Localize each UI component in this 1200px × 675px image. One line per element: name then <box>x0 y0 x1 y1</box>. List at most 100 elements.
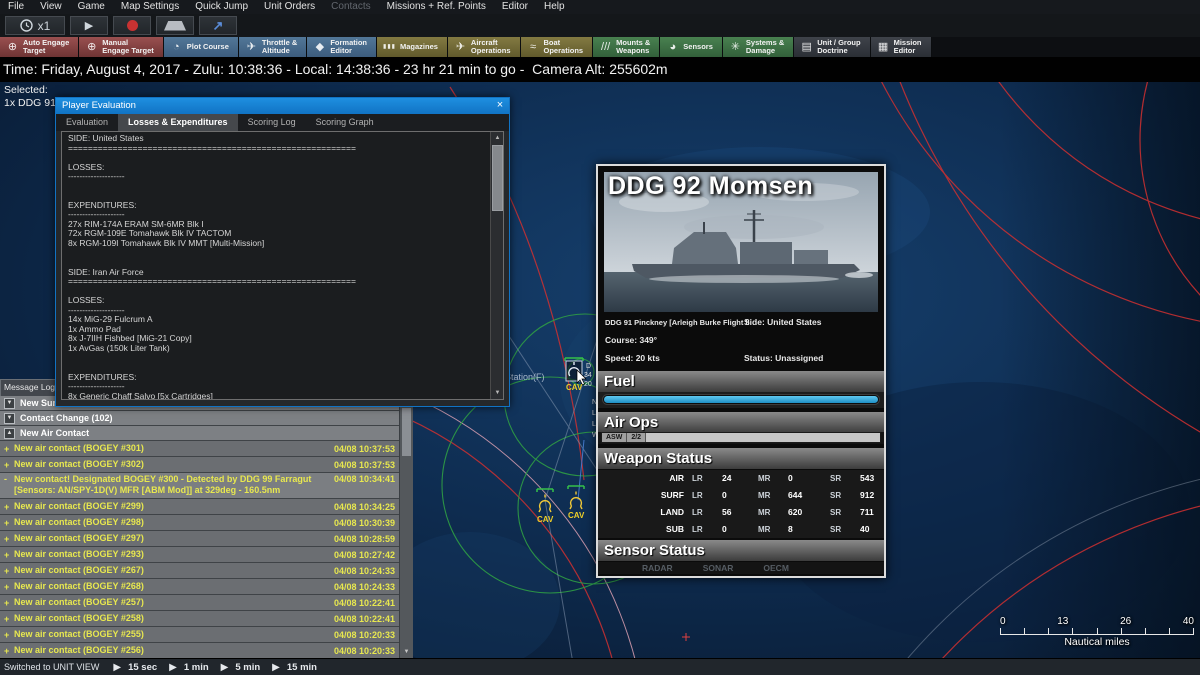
evaluation-line <box>68 182 490 192</box>
toolbar-unit-group-doctrine-button[interactable]: ▤ Unit / Group Doctrine <box>794 37 871 57</box>
menu-item-editor[interactable]: Editor <box>494 0 536 14</box>
log-entry[interactable]: + New air contact (BOGEY #257) 04/08 10:22… <box>0 595 399 610</box>
menu-item-quick-jump[interactable]: Quick Jump <box>187 0 256 14</box>
log-entry[interactable]: - New contact! Designated BOGEY #300 - De… <box>0 473 399 498</box>
jump-button[interactable]: ↗ <box>199 16 237 35</box>
toolbar-label: Unit / Group Doctrine <box>817 37 861 55</box>
auto-engage-icon: ⊕ <box>7 41 18 53</box>
scale-numbers: 0 13 26 40 <box>1000 616 1194 628</box>
tab-scoring-log[interactable]: Scoring Log <box>238 114 306 131</box>
time-step-15-min[interactable]: ▶ 15 min <box>272 662 317 673</box>
entry-text: New air contact (BOGEY #257) <box>14 597 144 607</box>
entry-text: New air contact (BOGEY #268) <box>14 581 144 591</box>
evaluation-line: 8x Generic Chaff Salvo [5x Cartridges] <box>68 390 213 399</box>
group-collapse-icon[interactable]: ▼ <box>4 412 15 424</box>
log-entry[interactable]: + New air contact (BOGEY #301) 04/08 10:37… <box>0 441 399 456</box>
toolbar-magazines-button[interactable]: ▮▮▮ Magazines <box>376 37 448 57</box>
toolbar-throttle-altitude-button[interactable]: ✈ Throttle & Altitude <box>238 37 308 57</box>
scale-tick <box>1000 628 1024 634</box>
scroll-up-icon[interactable]: ▲ <box>491 132 504 144</box>
menu-item-help[interactable]: Help <box>536 0 573 14</box>
time-step-1-min[interactable]: ▶ 1 min <box>169 662 209 673</box>
magazines-icon: ▮▮▮ <box>383 44 396 50</box>
toolbar-formation-editor-button[interactable]: ◆ Formation Editor <box>307 37 377 57</box>
scrollbar-thumb[interactable] <box>492 145 503 211</box>
map-tilt-icon <box>164 20 186 31</box>
log-entry[interactable]: + New air contact (BOGEY #256) 04/08 10:20… <box>0 643 399 658</box>
scrollbar-thumb[interactable] <box>402 408 411 456</box>
menu-item-missions-ref-points[interactable]: Missions + Ref. Points <box>379 0 494 14</box>
menu-item-file[interactable]: File <box>0 0 32 14</box>
entry-prefix-icon: + <box>4 597 10 608</box>
menu-item-view[interactable]: View <box>32 0 70 14</box>
toolbar-plot-course-button[interactable]: ◔ Plot Course <box>163 37 239 57</box>
unit-label: CAV <box>566 383 583 392</box>
entry-text: New air contact (BOGEY #258) <box>14 613 144 623</box>
manual-engage-icon: ⊕ <box>87 41 97 53</box>
log-entry[interactable]: + New air contact (BOGEY #258) 04/08 10:22… <box>0 611 399 626</box>
fuel-track <box>602 394 880 405</box>
toolbar-mounts-weapons-button[interactable]: /// Mounts & Weapons <box>593 37 661 57</box>
message-log-scrollbar[interactable]: ▲ ▼ <box>399 396 413 658</box>
entry-text: New air contact (BOGEY #256) <box>14 645 144 655</box>
toolbar-manual-engage-button[interactable]: ⊕ Manual Engage Target <box>79 37 164 57</box>
log-entry[interactable]: + New air contact (BOGEY #267) 04/08 10:24… <box>0 563 399 578</box>
message-log-tab[interactable]: Message Log <box>0 379 57 396</box>
group-expand-icon[interactable]: ▲ <box>4 427 15 439</box>
record-button[interactable] <box>113 16 151 35</box>
menu-item-contacts[interactable]: Contacts <box>323 0 378 14</box>
weapon-count: 644 <box>788 490 803 500</box>
sensors-icon: ◕ <box>669 41 677 53</box>
toolbar-auto-engage-button[interactable]: ⊕ Auto Engage Target <box>0 37 80 57</box>
log-group-header[interactable]: ▲ New Air Contact <box>0 426 399 440</box>
weapon-category: SURF <box>660 490 684 500</box>
scale-tick <box>1144 628 1169 634</box>
selected-value: 1x DDG 91 <box>4 97 56 109</box>
log-entry[interactable]: + New air contact (BOGEY #299) 04/08 10:34… <box>0 499 399 514</box>
fuel-section-header: Fuel <box>598 371 884 392</box>
entry-text: New air contact (BOGEY #302) <box>14 459 144 469</box>
scale-number: 0 <box>1000 616 1006 627</box>
log-entry[interactable]: + New air contact (BOGEY #268) 04/08 10:24… <box>0 579 399 594</box>
play-button[interactable]: ▶ <box>70 16 108 35</box>
log-entry[interactable]: + New air contact (BOGEY #255) 04/08 10:20… <box>0 627 399 642</box>
menu-item-game[interactable]: Game <box>70 0 113 14</box>
menu-item-map-settings[interactable]: Map Settings <box>113 0 187 14</box>
tab-evaluation[interactable]: Evaluation <box>56 114 118 131</box>
evaluation-line <box>68 354 490 364</box>
time-step-5-min[interactable]: ▶ 5 min <box>221 662 261 673</box>
toolbar-sensors-button[interactable]: ◕ Sensors <box>660 37 723 57</box>
scroll-down-icon[interactable]: ▼ <box>491 387 504 399</box>
step-arrow-icon: ▶ <box>220 661 229 673</box>
log-entry[interactable]: + New air contact (BOGEY #297) 04/08 10:28… <box>0 531 399 546</box>
tab-scoring-graph[interactable]: Scoring Graph <box>306 114 384 131</box>
log-group-header[interactable]: ▼ Contact Change (102) <box>0 411 399 425</box>
dialog-titlebar[interactable]: Player Evaluation × <box>56 98 509 114</box>
log-entry[interactable]: + New air contact (BOGEY #293) 04/08 10:27… <box>0 547 399 562</box>
scroll-down-icon[interactable]: ▼ <box>400 647 413 658</box>
step-arrow-icon: ▶ <box>272 661 280 673</box>
menu-item-unit-orders[interactable]: Unit Orders <box>256 0 323 14</box>
dialog-scrollbar[interactable]: ▲ ▼ <box>490 132 503 399</box>
toolbar-boat-operations-button[interactable]: ≈ Boat Operations <box>520 37 594 57</box>
time-compression-button[interactable]: x1 <box>5 16 65 35</box>
tab-losses-expenditures[interactable]: Losses & Expenditures <box>118 114 238 131</box>
evaluation-line: ========================================… <box>68 276 356 287</box>
group-collapse-icon[interactable]: ▼ <box>4 397 15 409</box>
view-status-text: Switched to UNIT VIEW <box>4 662 100 672</box>
toolbar-aircraft-operations-button[interactable]: ✈ Aircraft Operations <box>447 37 521 57</box>
time-step-15-sec[interactable]: ▶ 15 sec <box>113 662 157 673</box>
toolbar-mission-editor-button[interactable]: ▦ Mission Editor <box>870 37 932 57</box>
log-entry[interactable]: + New air contact (BOGEY #298) 04/08 10:30… <box>0 515 399 530</box>
unit-label: CAV <box>568 511 585 520</box>
weapon-status-row: SUB LR 0 MR 8 SR 40 <box>598 521 884 538</box>
log-entry[interactable]: + New air contact (BOGEY #302) 04/08 10:37… <box>0 457 399 472</box>
close-icon[interactable]: × <box>491 98 509 114</box>
entry-timestamp: 04/08 10:30:39 <box>333 517 395 528</box>
weapon-count: 0 <box>722 524 727 534</box>
map-view-button[interactable] <box>156 16 194 35</box>
selected-label: Selected: <box>4 84 48 96</box>
toolbar-systems-damage-button[interactable]: ✳ Systems & Damage <box>722 37 795 57</box>
station-label: Station(F) <box>505 372 545 382</box>
weapon-status-row: LAND LR 56 MR 620 SR 711 <box>598 504 884 521</box>
